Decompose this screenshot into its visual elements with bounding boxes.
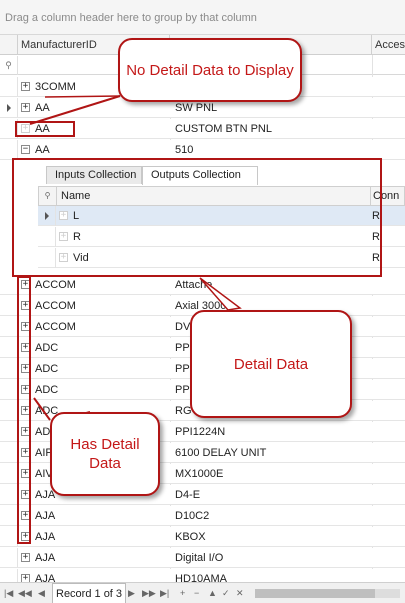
model-cell[interactable]: PP	[175, 380, 190, 400]
row-indicator[interactable]	[0, 464, 18, 483]
next-page-button[interactable]: ▶▶	[142, 587, 156, 599]
row-indicator[interactable]	[0, 296, 18, 315]
end-edit-button[interactable]: ✓	[222, 587, 230, 599]
manufacturer-id-cell[interactable]: ADC	[35, 338, 58, 358]
highlight-no-detail	[15, 121, 75, 137]
row-indicator[interactable]	[0, 485, 18, 504]
last-record-button[interactable]: ▶|	[160, 587, 169, 599]
manufacturer-id-cell[interactable]: AJA	[35, 548, 55, 568]
cancel-edit-button[interactable]: ✕	[236, 587, 244, 599]
next-record-button[interactable]: ▶	[128, 587, 135, 599]
prev-page-button[interactable]: ◀◀	[18, 587, 32, 599]
row-indicator[interactable]	[0, 380, 18, 399]
model-cell[interactable]: Attache	[175, 275, 212, 295]
table-row[interactable]: + AJA KBOX	[0, 527, 405, 547]
manufacturer-id-cell[interactable]: ADC	[35, 380, 58, 400]
manufacturer-id-cell[interactable]: ADC	[35, 359, 58, 379]
manufacturer-id-cell[interactable]: 3COMM	[35, 77, 76, 97]
model-cell[interactable]: MX1000E	[175, 464, 223, 484]
row-indicator[interactable]	[0, 77, 18, 96]
callout-detail-data: Detail Data	[190, 310, 352, 418]
horizontal-scrollbar[interactable]	[255, 589, 400, 598]
expand-icon[interactable]: +	[21, 553, 30, 562]
delete-record-button[interactable]: −	[194, 587, 199, 599]
row-indicator[interactable]	[0, 317, 18, 336]
group-panel-hint: Drag a column header here to group by th…	[5, 12, 257, 24]
manufacturer-id-cell[interactable]: ACCOM	[35, 296, 76, 316]
manufacturer-id-cell[interactable]: ACCOM	[35, 275, 76, 295]
model-cell[interactable]: PP	[175, 359, 190, 379]
row-indicator[interactable]	[0, 401, 18, 420]
model-cell[interactable]: KBOX	[175, 527, 206, 547]
expand-icon[interactable]: +	[21, 103, 30, 112]
manufacturer-id-cell[interactable]: AD	[35, 422, 50, 442]
model-cell[interactable]: PP	[175, 338, 190, 358]
manufacturer-id-cell[interactable]: AA	[35, 98, 50, 118]
record-navigator: |◀ ◀◀ ◀ Record 1 of 3 ▶ ▶▶ ▶| + − ▲ ✓ ✕	[0, 582, 405, 603]
expand-icon[interactable]: +	[21, 82, 30, 91]
row-indicator[interactable]	[0, 506, 18, 525]
model-cell[interactable]: DV	[175, 317, 190, 337]
record-indicator: Record 1 of 3	[52, 583, 127, 603]
scrollbar-thumb[interactable]	[255, 589, 375, 598]
edit-record-button[interactable]: ▲	[208, 587, 217, 599]
header-access[interactable]: Acces	[372, 35, 405, 55]
focused-row-arrow-icon	[7, 104, 11, 112]
model-cell[interactable]: D10C2	[175, 506, 209, 526]
model-cell[interactable]: 6100 DELAY UNIT	[175, 443, 266, 463]
row-indicator[interactable]	[0, 338, 18, 357]
model-cell[interactable]: PPI1224N	[175, 422, 225, 442]
table-row[interactable]: − AA 510	[0, 140, 405, 160]
model-cell[interactable]: 510	[175, 140, 193, 160]
row-indicator[interactable]	[0, 359, 18, 378]
manufacturer-id-cell[interactable]: ACCOM	[35, 317, 76, 337]
row-indicator[interactable]	[0, 548, 18, 567]
table-row[interactable]: + AJA D10C2	[0, 506, 405, 526]
manufacturer-id-cell[interactable]: AA	[35, 140, 50, 160]
row-indicator[interactable]	[0, 140, 18, 159]
model-cell[interactable]: Digital I/O	[175, 548, 223, 568]
manufacturer-id-cell[interactable]: AJA	[35, 527, 55, 547]
model-cell[interactable]: CUSTOM BTN PNL	[175, 119, 272, 139]
highlight-expand-buttons	[17, 276, 31, 544]
row-indicator[interactable]	[0, 443, 18, 462]
table-row[interactable]: + ACCOM Attache	[0, 275, 405, 295]
callout-no-detail: No Detail Data to Display	[118, 38, 302, 102]
append-record-button[interactable]: +	[180, 587, 185, 599]
highlight-detail-area	[12, 158, 382, 277]
collapse-icon[interactable]: −	[21, 145, 30, 154]
row-indicator[interactable]	[0, 527, 18, 546]
manufacturer-id-cell[interactable]: AJA	[35, 506, 55, 526]
table-row[interactable]: + AJA Digital I/O	[0, 548, 405, 568]
model-cell[interactable]: D4-E	[175, 485, 200, 505]
first-record-button[interactable]: |◀	[4, 587, 13, 599]
filter-icon: ⚲	[0, 56, 18, 75]
prev-record-button[interactable]: ◀	[38, 587, 45, 599]
row-indicator[interactable]	[0, 98, 18, 117]
row-indicator[interactable]	[0, 422, 18, 441]
group-panel[interactable]: Drag a column header here to group by th…	[0, 0, 405, 35]
row-indicator[interactable]	[0, 275, 18, 294]
header-indicator	[0, 35, 18, 55]
callout-has-detail: Has Detail Data	[50, 412, 160, 496]
